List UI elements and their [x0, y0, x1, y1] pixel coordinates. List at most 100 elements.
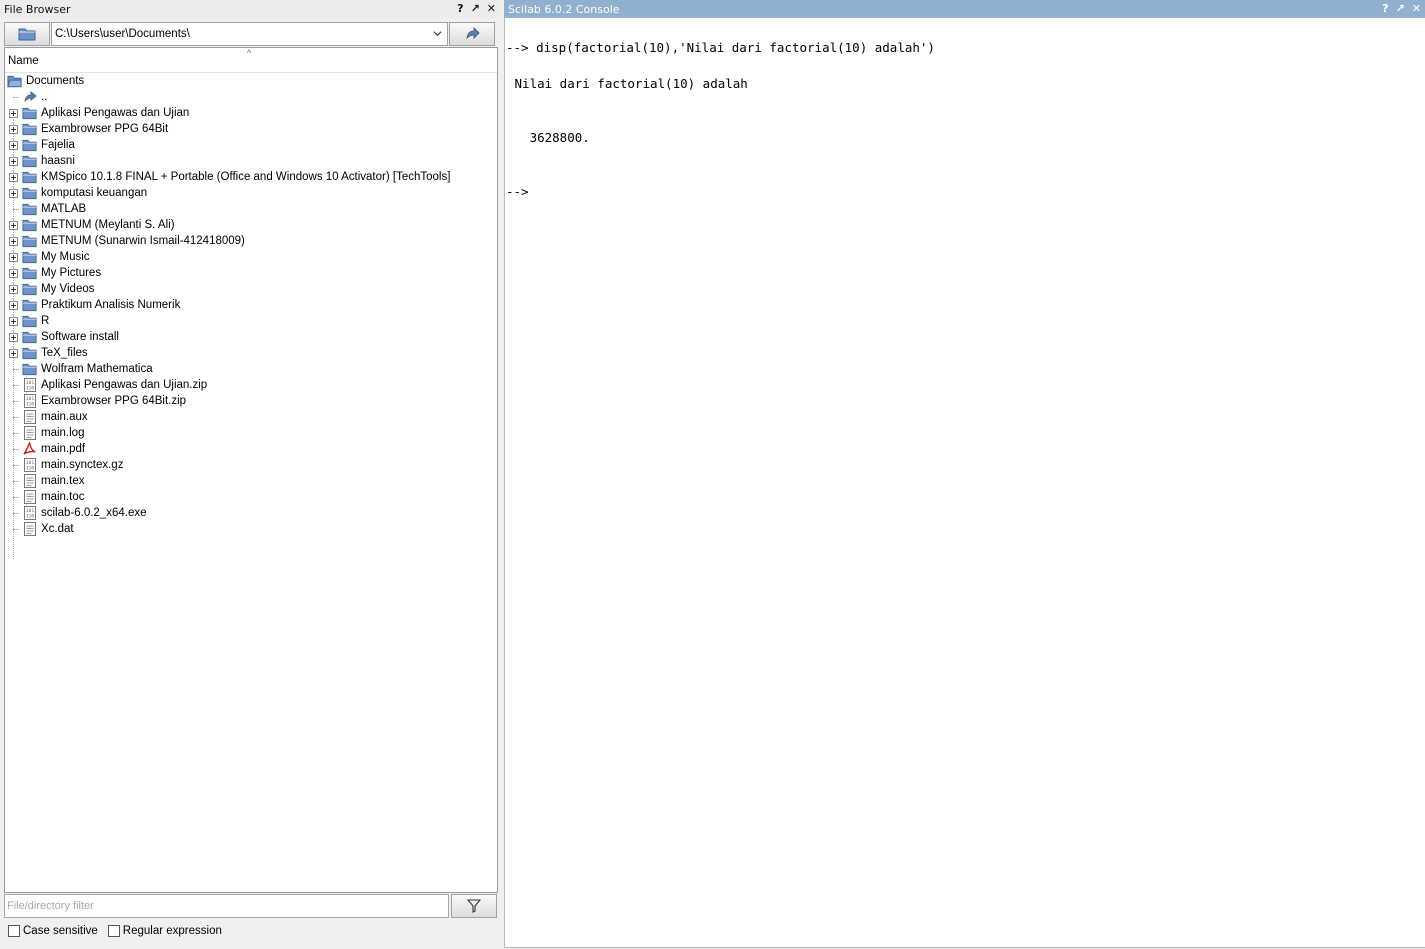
tree-item[interactable]: METNUM (Meylanti S. Ali): [5, 217, 497, 233]
tree-item[interactable]: main.toc: [5, 489, 497, 505]
console-panel: Scilab 6.0.2 Console ? ↗ ✕ --> disp(fact…: [504, 0, 1425, 949]
expand-toggle-icon[interactable]: [9, 172, 18, 182]
expand-toggle-icon[interactable]: [9, 156, 18, 166]
column-header-name[interactable]: Name ^: [5, 48, 497, 73]
tree-item[interactable]: MATLAB: [5, 201, 497, 217]
tree-connector: [9, 413, 19, 422]
tree-item[interactable]: main.log: [5, 425, 497, 441]
tree-item[interactable]: My Pictures: [5, 265, 497, 281]
console-undock-icon[interactable]: ↗: [1396, 0, 1405, 18]
tree-item[interactable]: haasni: [5, 153, 497, 169]
tree-item[interactable]: R: [5, 313, 497, 329]
regular-expression-label: Regular expression: [122, 925, 222, 937]
tree-item[interactable]: komputasi keuangan: [5, 185, 497, 201]
console-close-icon[interactable]: ✕: [1412, 0, 1421, 18]
tree-item[interactable]: Wolfram Mathematica: [5, 361, 497, 377]
case-sensitive-label: Case sensitive: [23, 925, 98, 937]
tree-item[interactable]: Praktikum Analisis Numerik: [5, 297, 497, 313]
tree-item-label: haasni: [41, 155, 75, 167]
expand-toggle-icon[interactable]: [9, 252, 18, 262]
text-file-icon: [22, 474, 37, 488]
tree-item[interactable]: METNUM (Sunarwin Ismail-412418009): [5, 233, 497, 249]
tree-connector: [9, 493, 19, 502]
file-tree[interactable]: Name ^ Documents .. Aplikasi Pengawas dan…: [4, 47, 498, 893]
tree-item[interactable]: My Videos: [5, 281, 497, 297]
go-up-icon: [466, 27, 480, 40]
console-title: Scilab 6.0.2 Console: [508, 2, 620, 16]
expand-toggle-icon[interactable]: [9, 236, 18, 246]
case-sensitive-checkbox[interactable]: Case sensitive: [8, 925, 98, 937]
tree-body: Documents .. Aplikasi Pengawas dan Ujian E…: [5, 73, 497, 559]
expand-toggle-icon[interactable]: [9, 220, 18, 230]
apply-filter-button[interactable]: [451, 894, 497, 918]
pdf-file-icon: [22, 442, 37, 456]
svg-text:110: 110: [25, 466, 33, 472]
console-titlebar: Scilab 6.0.2 Console ? ↗ ✕: [504, 0, 1425, 18]
regular-expression-checkbox[interactable]: Regular expression: [107, 925, 222, 937]
text-file-icon: [22, 522, 37, 536]
tree-item-label: Exambrowser PPG 64Bit.zip: [41, 395, 187, 407]
tree-item[interactable]: 101 110 Aplikasi Pengawas dan Ujian.zip: [5, 377, 497, 393]
tree-item[interactable]: Fajelia: [5, 137, 497, 153]
tree-connector: [9, 397, 19, 406]
tree-item-label: main.synctex.gz: [41, 459, 124, 471]
tree-item-label: komputasi keuangan: [41, 187, 148, 199]
expand-toggle-icon[interactable]: [9, 124, 18, 134]
tree-root-label: Documents: [26, 75, 85, 87]
tree-item-label: METNUM (Meylanti S. Ali): [41, 219, 175, 231]
tree-item[interactable]: 101 110 Exambrowser PPG 64Bit.zip: [5, 393, 497, 409]
svg-text:110: 110: [25, 514, 33, 520]
expand-toggle-icon[interactable]: [9, 108, 18, 118]
expand-toggle-icon[interactable]: [9, 268, 18, 278]
expand-toggle-icon[interactable]: [9, 316, 18, 326]
expand-toggle-icon[interactable]: [9, 332, 18, 342]
console-prompt[interactable]: -->: [506, 184, 529, 200]
folder-icon: [22, 138, 37, 152]
tree-item[interactable]: TeX_files: [5, 345, 497, 361]
tree-item[interactable]: My Music: [5, 249, 497, 265]
tree-item[interactable]: Aplikasi Pengawas dan Ujian: [5, 105, 497, 121]
tree-root-documents[interactable]: Documents: [5, 73, 497, 89]
parent-directory-button[interactable]: [449, 22, 495, 46]
tree-item[interactable]: main.aux: [5, 409, 497, 425]
tree-item-label: main.log: [41, 427, 85, 439]
case-sensitive-box[interactable]: [8, 925, 20, 937]
column-header-label: Name: [8, 55, 39, 67]
binary-file-icon: 101 110: [22, 458, 37, 472]
tree-item[interactable]: main.pdf: [5, 441, 497, 457]
help-icon[interactable]: ?: [457, 0, 463, 18]
tree-item[interactable]: main.tex: [5, 473, 497, 489]
tree-item[interactable]: Xc.dat: [5, 521, 497, 537]
expand-toggle-icon[interactable]: [9, 140, 18, 150]
console-output[interactable]: --> disp(factorial(10),'Nilai dari facto…: [504, 18, 1425, 948]
tree-connector: [9, 381, 19, 390]
tree-item[interactable]: ..: [5, 89, 497, 105]
expand-toggle-icon[interactable]: [9, 284, 18, 294]
close-icon[interactable]: ✕: [487, 0, 496, 18]
console-help-icon[interactable]: ?: [1382, 0, 1388, 18]
expand-toggle-icon[interactable]: [9, 300, 18, 310]
svg-text:110: 110: [25, 402, 33, 408]
folder-icon: [22, 266, 37, 280]
tree-connector: [9, 93, 19, 102]
tree-connector: [9, 525, 19, 534]
tree-connector: [9, 509, 19, 518]
tree-item[interactable]: Software install: [5, 329, 497, 345]
tree-item[interactable]: 101 110 scilab-6.0.2_x64.exe: [5, 505, 497, 521]
chevron-down-icon[interactable]: [433, 29, 442, 38]
regular-expression-box[interactable]: [107, 925, 120, 937]
tree-item-label: Wolfram Mathematica: [41, 363, 153, 375]
tree-item-label: main.toc: [41, 491, 85, 503]
path-combobox[interactable]: C:\Users\user\Documents\: [51, 22, 448, 46]
tree-item-label: My Music: [41, 251, 90, 263]
tree-item[interactable]: 101 110 main.synctex.gz: [5, 457, 497, 473]
tree-item-label: Xc.dat: [41, 523, 74, 535]
filter-input[interactable]: [4, 894, 449, 918]
tree-item[interactable]: KMSpico 10.1.8 FINAL + Portable (Office …: [5, 169, 497, 185]
tree-item[interactable]: Exambrowser PPG 64Bit: [5, 121, 497, 137]
undock-icon[interactable]: ↗: [471, 0, 480, 18]
file-browser-title: File Browser: [4, 2, 71, 16]
browse-folder-button[interactable]: [4, 22, 50, 46]
expand-toggle-icon[interactable]: [9, 188, 18, 198]
expand-toggle-icon[interactable]: [9, 348, 18, 358]
